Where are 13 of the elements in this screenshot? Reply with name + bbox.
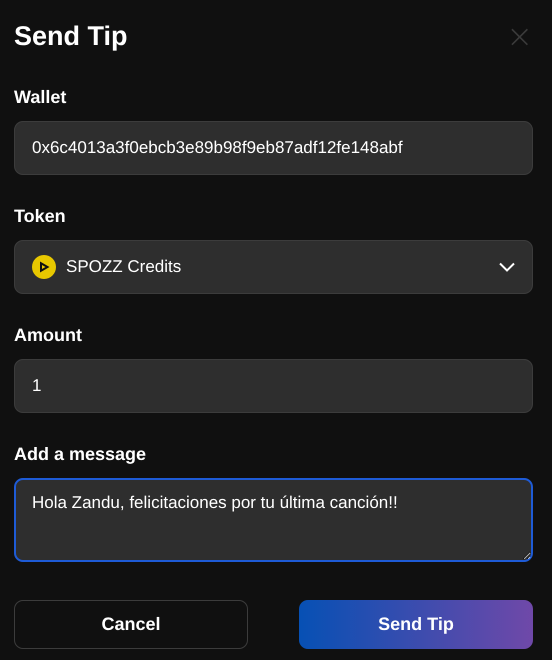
wallet-field[interactable]: 0x6c4013a3f0ebcb3e89b98f9eb87adf12fe148abf — [14, 121, 533, 175]
token-dropdown[interactable]: SPOZZ Credits — [14, 240, 533, 294]
field-label: Wallet — [14, 86, 68, 108]
dialog-title: Send Tip — [14, 20, 128, 52]
field-label: Amount — [14, 324, 83, 346]
message-field[interactable]: Hola Zandu, felicitaciones por tu última canción!! — [14, 478, 533, 562]
amount-field[interactable]: 1 — [14, 359, 533, 413]
cancel-button[interactable]: Cancel — [14, 600, 248, 649]
chevron-down-icon — [499, 262, 515, 272]
send-tip-button[interactable]: Send Tip — [299, 600, 533, 649]
coin-icon — [32, 255, 56, 279]
field-label: Token — [14, 205, 67, 227]
field-label: Add a message — [14, 443, 148, 465]
